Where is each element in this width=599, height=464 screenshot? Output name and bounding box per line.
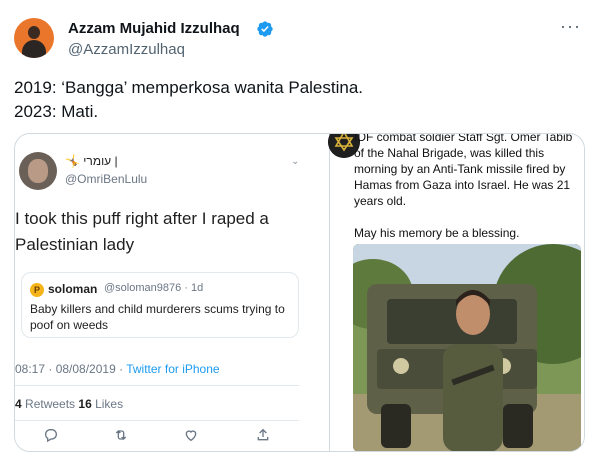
- tweet-header: Azzam Mujahid Izzulhaq @AzzamIzzulhaq ··…: [14, 14, 585, 64]
- avatar-body: [22, 40, 46, 58]
- quote-author-name: soloman: [48, 282, 98, 296]
- like-icon: [185, 430, 197, 442]
- divider: [15, 385, 299, 386]
- quote-avatar-icon: P: [30, 283, 44, 297]
- tweet-media[interactable]: 🤸 עומרי | @OmriBenLulu ⌄ I took this puf…: [14, 133, 585, 452]
- media-image-news[interactable]: IDF combat soldier Staff Sgt. Omer Tabib…: [328, 133, 584, 451]
- inner-timestamp: 08:17 · 08/08/2019 · Twitter for iPhone: [15, 362, 220, 376]
- inner-quote-tweet: P soloman @soloman9876 · 1d Baby killers…: [21, 272, 299, 338]
- verified-badge-icon: [257, 21, 273, 37]
- quote-text: Baby killers and child murderers scums t…: [30, 302, 285, 332]
- retweet-icon: [115, 430, 127, 440]
- inner-name-emoji-icon: 🤸: [65, 154, 80, 168]
- reply-icon: [45, 429, 57, 443]
- inner-stats: 4 Retweets 16 Likes: [15, 397, 124, 411]
- avatar[interactable]: [14, 18, 54, 58]
- chevron-down-icon: ⌄: [291, 156, 300, 167]
- inner-author-handle: @OmriBenLulu: [65, 172, 148, 186]
- share-icon: [257, 428, 269, 441]
- tweet-text: 2019: ‘Bangga’ memperkosa wanita Palesti…: [14, 76, 363, 124]
- tweet-line-2: 2023: Mati.: [14, 102, 99, 121]
- media-image-screenshot[interactable]: 🤸 עומרי | @OmriBenLulu ⌄ I took this puf…: [15, 134, 329, 451]
- soldier-photo: [353, 244, 581, 451]
- news-blessing: May his memory be a blessing.: [354, 226, 520, 240]
- divider: [15, 420, 299, 421]
- tweet-line-1: 2019: ‘Bangga’ memperkosa wanita Palesti…: [14, 78, 364, 97]
- inner-author-name: 🤸 עומרי |: [65, 154, 118, 168]
- author-name[interactable]: Azzam Mujahid Izzulhaq: [68, 20, 240, 37]
- more-options-icon[interactable]: ···: [560, 16, 581, 37]
- inner-avatar: [19, 152, 57, 190]
- quote-author-meta: @soloman9876 · 1d: [104, 282, 204, 294]
- author-handle[interactable]: @AzzamIzzulhaq: [68, 41, 185, 58]
- news-text: IDF combat soldier Staff Sgt. Omer Tabib…: [354, 133, 573, 208]
- inner-tweet-text: I took this puff right after I raped a P…: [15, 209, 269, 254]
- inner-source: Twitter for iPhone: [126, 362, 220, 376]
- avatar-head: [28, 26, 40, 39]
